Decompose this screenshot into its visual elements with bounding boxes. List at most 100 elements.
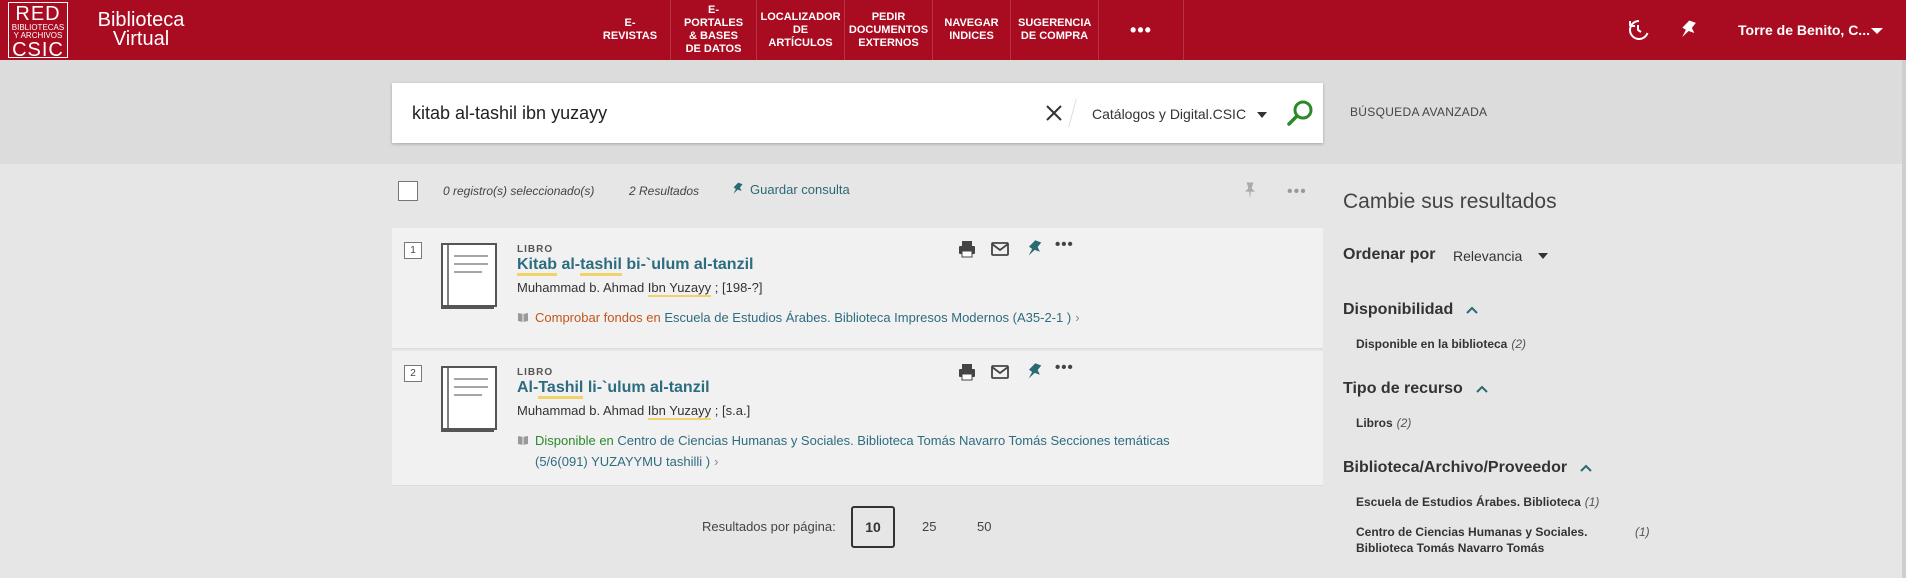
- facet-availability-header[interactable]: Disponibilidad: [1343, 301, 1479, 319]
- facet-item-label: Libros: [1356, 416, 1393, 430]
- facet-item-label: Centro de Ciencias Humanas y Sociales.: [1356, 525, 1588, 539]
- search-box: Catálogos y Digital.CSIC: [392, 83, 1323, 143]
- sort-label: Ordenar por: [1343, 246, 1436, 263]
- logo-line-1: RED: [15, 3, 61, 25]
- selected-count: 0 registro(s) seleccionado(s): [443, 184, 595, 198]
- advanced-search-link[interactable]: BÚSQUEDA AVANZADA: [1350, 105, 1487, 119]
- result-type: LIBRO: [517, 244, 554, 255]
- history-icon[interactable]: [1626, 18, 1650, 42]
- book-icon[interactable]: [438, 242, 498, 310]
- facet-item-label: Escuela de Estudios Árabes. Biblioteca: [1356, 495, 1581, 509]
- facet-item-label-line2: Biblioteca Tomás Navarro Tomás: [1356, 541, 1545, 555]
- title-text: al-: [557, 256, 581, 273]
- result-index[interactable]: 2: [404, 365, 422, 382]
- app-title[interactable]: Biblioteca Virtual: [86, 10, 196, 49]
- chevron-right-icon[interactable]: ›: [1075, 310, 1079, 325]
- chevron-down-icon[interactable]: [1871, 28, 1883, 34]
- pin-icon[interactable]: [1677, 18, 1701, 42]
- logo-line-4: CSIC: [12, 39, 64, 61]
- save-query-label: Guardar consulta: [750, 181, 850, 197]
- pin-icon: [733, 182, 743, 194]
- facet-item-count: (1): [1635, 525, 1650, 539]
- facet-item-label: Disponible en la biblioteca: [1356, 337, 1508, 351]
- user-menu[interactable]: Torre de Benito, C...: [1738, 22, 1870, 38]
- per-page-option-50[interactable]: 50: [977, 519, 991, 534]
- close-icon[interactable]: [1043, 102, 1065, 124]
- chevron-up-icon: [1580, 464, 1592, 472]
- facet-title: Biblioteca/Archivo/Proveedor: [1343, 459, 1568, 476]
- result-type: LIBRO: [517, 367, 554, 378]
- chevron-right-icon[interactable]: ›: [714, 454, 718, 469]
- nav-navegar-indices[interactable]: NAVEGAR INDICES: [932, 0, 1010, 60]
- author-date: ; [s.a.]: [711, 403, 751, 418]
- results-per-page-label: Resultados por página:: [702, 519, 836, 534]
- facet-item-count: (1): [1584, 495, 1600, 509]
- nav-e-revistas[interactable]: E-REVISTAS: [590, 0, 670, 60]
- facet-title: Disponibilidad: [1343, 301, 1454, 318]
- author-date: ; [198-?]: [711, 280, 763, 295]
- availability-location[interactable]: Centro de Ciencias Humanas y Sociales. B…: [617, 433, 1169, 448]
- divider: [1068, 99, 1077, 127]
- email-icon[interactable]: [989, 361, 1011, 383]
- chevron-up-icon: [1466, 306, 1478, 314]
- nav-pedir-documentos[interactable]: PEDIR DOCUMENTOS EXTERNOS: [844, 0, 932, 60]
- author-text: Muhammad b. Ahmad: [517, 280, 648, 295]
- availability[interactable]: Disponible en Centro de Ciencias Humanas…: [517, 430, 1237, 472]
- result-index[interactable]: 1: [404, 242, 422, 259]
- print-icon[interactable]: [956, 361, 978, 383]
- results-count: 2 Resultados: [629, 184, 700, 198]
- facet-item[interactable]: Libros (2): [1356, 415, 1411, 431]
- email-icon[interactable]: [989, 238, 1011, 260]
- nav-more-button[interactable]: •••: [1098, 0, 1184, 60]
- top-bar: RED BIBLIOTECAS Y ARCHIVOS CSIC Bibliote…: [0, 0, 1906, 60]
- book-open-icon: [518, 436, 528, 445]
- result-card[interactable]: 1 LIBRO Kitab al-tashil bi-`ulum al-tanz…: [392, 228, 1323, 349]
- title-highlight: Tashil: [538, 379, 584, 399]
- chevron-up-icon: [1476, 385, 1488, 393]
- scrollbar[interactable]: [1902, 60, 1906, 578]
- nav-localizador[interactable]: LOCALIZADOR DE ARTÍCULOS: [756, 0, 844, 60]
- print-icon[interactable]: [956, 238, 978, 260]
- nav-sugerencia-compra[interactable]: SUGERENCIA DE COMPRA: [1010, 0, 1098, 60]
- search-icon[interactable]: [1285, 99, 1315, 129]
- save-query-button[interactable]: Guardar consulta: [730, 181, 850, 197]
- caret-down-icon[interactable]: [1538, 253, 1548, 259]
- sort-select[interactable]: Relevancia: [1453, 248, 1522, 264]
- result-title[interactable]: Kitab al-tashil bi-`ulum al-tanzil: [517, 256, 753, 276]
- facet-title: Tipo de recurso: [1343, 380, 1463, 397]
- facets-title: Cambie sus resultados: [1343, 190, 1557, 213]
- per-page-option-10[interactable]: 10: [851, 506, 895, 548]
- search-band: Catálogos y Digital.CSIC BÚSQUEDA AVANZA…: [0, 60, 1906, 164]
- facet-item[interactable]: Centro de Ciencias Humanas y Sociales. B…: [1356, 524, 1587, 556]
- pin-icon[interactable]: [1024, 238, 1046, 260]
- availability-location[interactable]: Escuela de Estudios Árabes. Biblioteca I…: [664, 310, 1071, 325]
- pin-icon[interactable]: [1240, 180, 1260, 200]
- pin-icon[interactable]: [1024, 361, 1046, 383]
- search-scope-select[interactable]: Catálogos y Digital.CSIC: [1092, 106, 1246, 122]
- result-title[interactable]: Al-Tashil li-`ulum al-tanzil: [517, 379, 710, 399]
- more-actions-button[interactable]: •••: [1287, 183, 1307, 201]
- availability-status: Comprobar fondos en: [535, 310, 661, 325]
- author-highlight: Ibn Yuzayy: [647, 403, 712, 420]
- result-card[interactable]: 2 LIBRO Al-Tashil li-`ulum al-tanzil Muh…: [392, 351, 1323, 486]
- author-text: Muhammad b. Ahmad: [517, 403, 648, 418]
- more-actions-button[interactable]: •••: [1055, 236, 1074, 253]
- facet-resource-type-header[interactable]: Tipo de recurso: [1343, 380, 1489, 398]
- per-page-option-25[interactable]: 25: [922, 519, 936, 534]
- title-text: Al-: [517, 379, 539, 396]
- title-text: li-`ulum al-tanzil: [583, 379, 710, 396]
- facet-item[interactable]: Escuela de Estudios Árabes. Biblioteca (1…: [1356, 494, 1599, 510]
- book-open-icon: [518, 313, 528, 322]
- facet-library-header[interactable]: Biblioteca/Archivo/Proveedor: [1343, 459, 1593, 477]
- main-nav: E-REVISTAS E-PORTALES & BASES DE DATOS L…: [590, 0, 1184, 60]
- facet-item[interactable]: Disponible en la biblioteca (2): [1356, 336, 1526, 352]
- select-all-checkbox[interactable]: [398, 181, 418, 201]
- book-icon[interactable]: [438, 365, 498, 433]
- caret-down-icon[interactable]: [1257, 112, 1267, 118]
- nav-e-portales[interactable]: E-PORTALES & BASES DE DATOS: [670, 0, 756, 60]
- csic-logo[interactable]: RED BIBLIOTECAS Y ARCHIVOS CSIC: [8, 2, 68, 61]
- availability[interactable]: Comprobar fondos en Escuela de Estudios …: [517, 307, 1237, 328]
- search-input[interactable]: [412, 99, 1012, 127]
- more-actions-button[interactable]: •••: [1055, 359, 1074, 376]
- availability-location-line2[interactable]: (5/6(091) YUZAYYMU tashilli ): [535, 454, 710, 469]
